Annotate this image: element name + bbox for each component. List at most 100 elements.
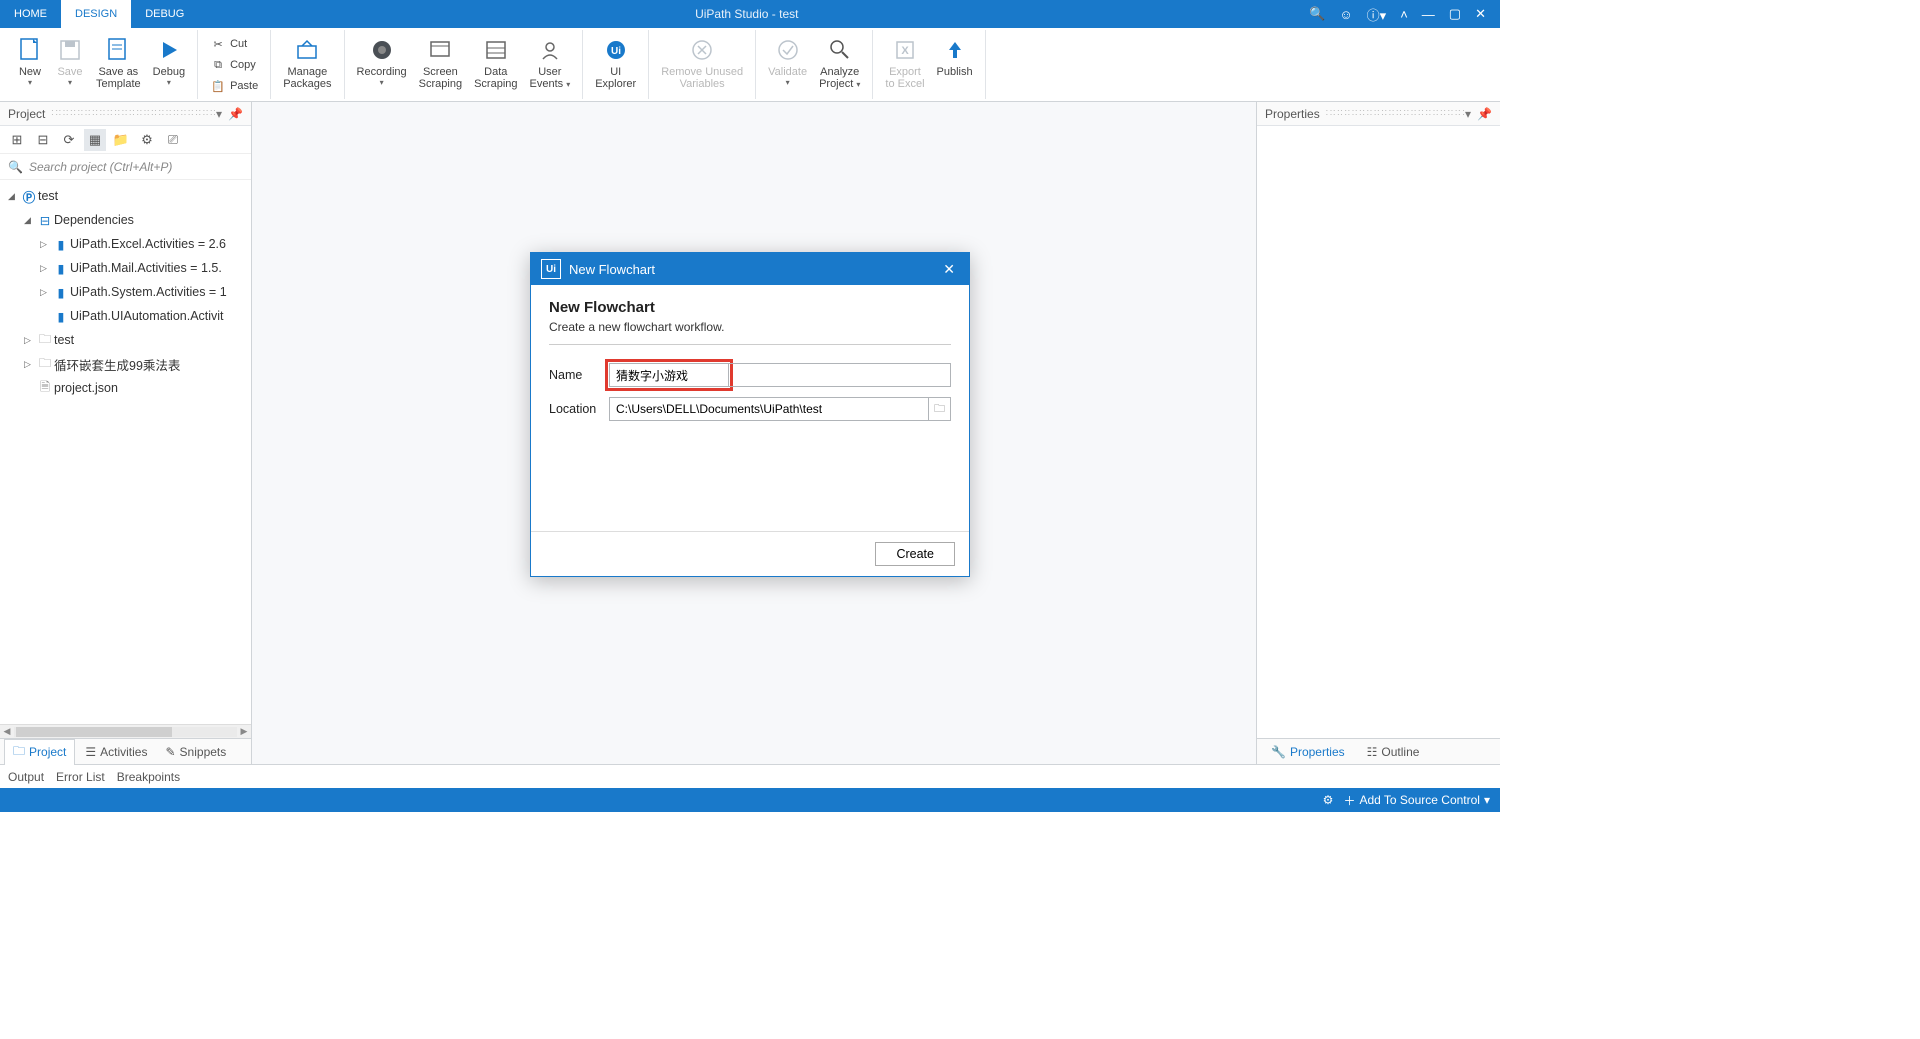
collapse-ribbon-icon[interactable]: ˄ (1400, 7, 1408, 22)
panel-menu-icon[interactable]: ▾ (1465, 107, 1471, 121)
analyze-label: AnalyzeProject ▾ (819, 66, 860, 91)
screen-scraping-button[interactable]: ScreenScraping (413, 32, 468, 90)
pin-icon[interactable]: 📌 (1477, 107, 1492, 121)
chevron-down-icon: ▾ (28, 78, 32, 87)
save-as-template-button[interactable]: Save asTemplate (90, 32, 147, 90)
tab-outline[interactable]: ☷Outline (1359, 743, 1428, 761)
app-title: UiPath Studio - test (198, 7, 1295, 21)
svg-text:Ui: Ui (611, 46, 621, 57)
expand-all-icon[interactable]: ⊞ (6, 129, 28, 151)
tab-project[interactable]: 🗀Project (4, 739, 75, 765)
tree-dependencies[interactable]: ◢⊟Dependencies (0, 208, 251, 232)
user-events-label: UserEvents ▾ (530, 66, 571, 91)
right-bottom-tabs: 🔧Properties ☷Outline (1257, 738, 1500, 764)
outline-icon: ☷ (1367, 745, 1378, 759)
export-excel-button[interactable]: X Exportto Excel (879, 32, 930, 90)
dialog-body: New Flowchart Create a new flowchart wor… (531, 285, 969, 531)
feedback-icon[interactable]: ☺ (1339, 7, 1352, 22)
tree-folder-loop[interactable]: ▷🗀循环嵌套生成99乘法表 (0, 352, 251, 376)
tab-home[interactable]: HOME (0, 0, 61, 28)
package-icon (293, 36, 321, 64)
tree-dep-system[interactable]: ▷▮UiPath.System.Activities = 1 (0, 280, 251, 304)
data-scraping-button[interactable]: DataScraping (468, 32, 523, 90)
tab-design[interactable]: DESIGN (61, 0, 131, 28)
tab-activities[interactable]: ☰Activities (77, 743, 155, 761)
project-search[interactable]: 🔍 Search project (Ctrl+Alt+P) (0, 154, 251, 180)
show-all-icon[interactable]: ▦ (84, 129, 106, 151)
analyze-icon (826, 36, 854, 64)
analyze-project-button[interactable]: AnalyzeProject ▾ (813, 32, 866, 91)
tab-snippets[interactable]: ✎Snippets (157, 743, 234, 761)
publish-button[interactable]: Publish (931, 32, 979, 78)
tree-file-project-json[interactable]: 🗎project.json (0, 376, 251, 400)
help-icon[interactable]: ⓘ▾ (1367, 5, 1387, 24)
remove-unused-button[interactable]: Remove UnusedVariables (655, 32, 749, 90)
user-events-button[interactable]: UserEvents ▾ (524, 32, 577, 91)
debug-label: Debug (153, 66, 185, 78)
location-label: Location (549, 402, 609, 416)
uipath-logo-icon: Ui (541, 259, 561, 279)
save-label: Save (57, 66, 82, 78)
tab-error-list[interactable]: Error List (56, 770, 105, 784)
debug-button[interactable]: Debug ▾ (147, 32, 191, 87)
tree-dep-excel[interactable]: ▷▮UiPath.Excel.Activities = 2.6 (0, 232, 251, 256)
create-button[interactable]: Create (875, 542, 955, 566)
manage-packages-button[interactable]: ManagePackages (277, 32, 337, 90)
new-button[interactable]: New ▾ (10, 32, 50, 87)
ribbon: New ▾ Save ▾ Save asTemplate Debug ▾ ✂Cu… (0, 28, 1500, 102)
tab-debug[interactable]: DEBUG (131, 0, 198, 28)
paste-button[interactable]: 📋Paste (204, 76, 264, 96)
panel-menu-icon[interactable]: ▾ (216, 107, 222, 121)
open-folder-icon[interactable]: 📁 (110, 129, 132, 151)
copy-label: Copy (230, 59, 256, 71)
screen-scrape-label: ScreenScraping (419, 66, 462, 90)
ui-explorer-button[interactable]: Ui UIExplorer (589, 32, 642, 90)
chevron-down-icon: ▾ (380, 78, 384, 87)
template-icon (104, 36, 132, 64)
recording-button[interactable]: Recording ▾ (351, 32, 413, 87)
tab-output[interactable]: Output (8, 770, 44, 784)
refresh-icon[interactable]: ⟳ (58, 129, 80, 151)
clipboard-icon: 📋 (210, 78, 226, 94)
tree-folder-test[interactable]: ▷🗀test (0, 328, 251, 352)
new-flowchart-dialog: Ui New Flowchart ✕ New Flowchart Create … (530, 252, 970, 577)
save-button[interactable]: Save ▾ (50, 32, 90, 87)
user-events-icon (536, 36, 564, 64)
export-label: Exportto Excel (885, 66, 924, 90)
title-bar: HOME DESIGN DEBUG UiPath Studio - test 🔍… (0, 0, 1500, 28)
check-icon (774, 36, 802, 64)
dialog-title: New Flowchart (569, 262, 939, 277)
horizontal-scrollbar[interactable]: ◀▶ (0, 724, 251, 738)
project-panel-title: Project (8, 107, 45, 121)
browse-button[interactable]: 🗀 (929, 397, 951, 421)
location-input[interactable] (609, 397, 929, 421)
save-tpl-label: Save asTemplate (96, 66, 141, 90)
chevron-down-icon: ▾ (167, 78, 171, 87)
play-icon (155, 36, 183, 64)
tree-root[interactable]: ◢Ⓟtest (0, 184, 251, 208)
properties-body (1257, 126, 1500, 738)
plus-icon: ＋ (1343, 792, 1355, 809)
name-input[interactable] (609, 363, 729, 387)
minimize-icon[interactable]: — (1422, 7, 1435, 22)
tab-properties[interactable]: 🔧Properties (1263, 743, 1353, 761)
close-icon[interactable]: ✕ (1475, 6, 1486, 22)
cut-button[interactable]: ✂Cut (204, 34, 264, 54)
copy-button[interactable]: ⧉Copy (204, 55, 264, 75)
tree-dep-mail[interactable]: ▷▮UiPath.Mail.Activities = 1.5. (0, 256, 251, 280)
menu-tabs: HOME DESIGN DEBUG (0, 0, 198, 28)
maximize-icon[interactable]: ▢ (1449, 6, 1461, 22)
search-icon[interactable]: 🔍 (1309, 6, 1325, 22)
settings-icon[interactable]: ⚙ (136, 129, 158, 151)
manage-label: ManagePackages (283, 66, 331, 90)
add-source-control-button[interactable]: ＋ Add To Source Control ▾ (1343, 792, 1490, 809)
remove-unused-icon[interactable]: ⎚ (162, 129, 184, 151)
gear-icon[interactable]: ⚙ (1323, 793, 1334, 807)
dialog-close-button[interactable]: ✕ (939, 261, 959, 278)
tab-breakpoints[interactable]: Breakpoints (117, 770, 180, 784)
tree-dep-uiautomation[interactable]: ▮UiPath.UIAutomation.Activit (0, 304, 251, 328)
svg-text:X: X (901, 45, 909, 57)
collapse-all-icon[interactable]: ⊟ (32, 129, 54, 151)
pin-icon[interactable]: 📌 (228, 107, 243, 121)
validate-button[interactable]: Validate ▾ (762, 32, 813, 87)
